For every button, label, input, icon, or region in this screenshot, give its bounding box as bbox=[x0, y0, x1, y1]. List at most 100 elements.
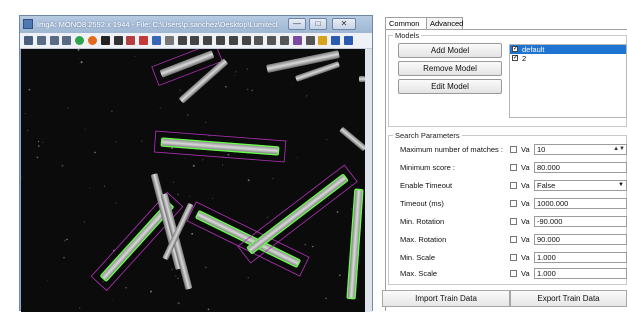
va-label: Va bbox=[521, 163, 530, 172]
dust-speck bbox=[179, 89, 181, 91]
dust-speck bbox=[102, 280, 104, 283]
star2-icon[interactable] bbox=[280, 36, 289, 45]
va-checkbox[interactable] bbox=[510, 146, 517, 153]
model-checkbox[interactable]: ✓ bbox=[512, 55, 518, 61]
palette-icon[interactable] bbox=[292, 36, 302, 45]
param-label: Max. Scale bbox=[400, 269, 438, 278]
param-row-min-scale: Min. Scale Va 1.000 bbox=[382, 252, 627, 264]
dust-speck bbox=[67, 107, 69, 109]
zoom-icon[interactable] bbox=[36, 36, 46, 45]
model-item-default[interactable]: ✓ default bbox=[510, 45, 626, 54]
dust-speck bbox=[83, 221, 85, 223]
dust-speck bbox=[296, 156, 298, 158]
add-model-button[interactable]: Add Model bbox=[398, 43, 502, 58]
minimize-button[interactable]: — bbox=[288, 18, 306, 30]
max-matches-spinbox[interactable]: 10 ▲▼ bbox=[534, 144, 627, 155]
orange-circle-icon[interactable] bbox=[88, 36, 97, 45]
rod-object bbox=[339, 127, 365, 151]
image-canvas[interactable] bbox=[21, 49, 365, 312]
rod-object bbox=[153, 130, 287, 163]
green-circle-icon[interactable] bbox=[75, 36, 85, 45]
zoom-out-icon[interactable] bbox=[62, 36, 72, 45]
image-blue-icon[interactable] bbox=[152, 36, 161, 45]
remove-model-button[interactable]: Remove Model bbox=[398, 61, 502, 76]
enable-timeout-dropdown[interactable]: False ▼ bbox=[534, 180, 627, 191]
dust-speck bbox=[173, 181, 174, 183]
export-train-data-button[interactable]: Export Train Data bbox=[510, 290, 627, 307]
tab-advanced[interactable]: Advanced bbox=[426, 17, 463, 29]
close-button[interactable]: ✕ bbox=[332, 18, 356, 30]
line-icon[interactable] bbox=[203, 36, 213, 45]
rod-body bbox=[346, 188, 364, 300]
arc-icon[interactable] bbox=[228, 36, 238, 45]
save-as-icon[interactable] bbox=[344, 36, 353, 45]
chevron-down-icon[interactable]: ▼ bbox=[618, 181, 624, 190]
grid-icon[interactable] bbox=[254, 36, 264, 45]
folder-icon[interactable] bbox=[318, 36, 328, 45]
plus-icon[interactable] bbox=[190, 36, 200, 45]
dust-speck bbox=[338, 274, 341, 277]
dust-speck bbox=[189, 196, 191, 197]
va-checkbox[interactable] bbox=[510, 270, 517, 277]
va-checkbox[interactable] bbox=[510, 254, 517, 261]
dust-speck bbox=[103, 185, 106, 188]
model-item-2[interactable]: ✓ 2 bbox=[510, 54, 626, 63]
image-gray-icon[interactable] bbox=[164, 36, 174, 45]
image-red-icon[interactable] bbox=[139, 36, 149, 45]
star-icon[interactable] bbox=[267, 36, 277, 45]
dust-speck bbox=[61, 164, 64, 167]
polyline-icon[interactable] bbox=[216, 36, 225, 45]
image-dark-icon[interactable] bbox=[177, 36, 187, 45]
circle-icon[interactable] bbox=[241, 36, 251, 45]
pointer-icon[interactable] bbox=[100, 36, 110, 45]
dust-speck bbox=[63, 239, 66, 242]
va-checkbox[interactable] bbox=[510, 164, 517, 171]
edit-model-button[interactable]: Edit Model bbox=[398, 79, 502, 94]
rect-icon[interactable] bbox=[113, 36, 123, 45]
gear-icon[interactable] bbox=[305, 36, 315, 45]
maximize-button[interactable]: □ bbox=[309, 18, 327, 30]
max-rotation-input[interactable]: 90.000 bbox=[534, 234, 627, 245]
zoom-in-icon[interactable] bbox=[49, 36, 59, 45]
model-list[interactable]: ✓ default ✓ 2 bbox=[509, 44, 627, 118]
rod-body bbox=[339, 127, 365, 151]
va-checkbox[interactable] bbox=[510, 182, 517, 189]
save-icon[interactable] bbox=[331, 36, 341, 45]
param-row-timeout: Timeout (ms) Va 1000.000 bbox=[382, 198, 627, 210]
dust-speck bbox=[202, 159, 204, 161]
dust-speck bbox=[328, 198, 330, 199]
image-window-titlebar[interactable]: ImgA: MONO8 2592 x 1944 - File: C:\Users… bbox=[20, 16, 372, 33]
dust-speck bbox=[222, 164, 223, 166]
dust-speck bbox=[159, 107, 161, 109]
min-scale-input[interactable]: 1.000 bbox=[534, 252, 627, 263]
region-icon[interactable] bbox=[126, 36, 136, 45]
fit-icon[interactable] bbox=[24, 36, 33, 45]
param-row-min-rotation: Min. Rotation Va -90.000 bbox=[382, 216, 627, 228]
vertical-scrollbar[interactable] bbox=[365, 49, 372, 312]
param-row-max-matches: Maximum number of matches : Va 10 ▲▼ bbox=[382, 144, 627, 156]
min-score-input[interactable]: 80.000 bbox=[534, 162, 627, 173]
model-checkbox[interactable]: ✓ bbox=[512, 46, 518, 52]
max-scale-input[interactable]: 1.000 bbox=[534, 268, 627, 279]
va-checkbox[interactable] bbox=[510, 218, 517, 225]
dust-speck bbox=[141, 140, 143, 142]
dust-speck bbox=[21, 176, 22, 178]
dust-speck bbox=[204, 266, 207, 269]
dust-speck bbox=[225, 85, 227, 88]
dust-speck bbox=[227, 153, 230, 156]
dust-speck bbox=[110, 110, 113, 113]
min-rotation-input[interactable]: -90.000 bbox=[534, 216, 627, 227]
dust-speck bbox=[115, 141, 117, 143]
model-name: default bbox=[522, 45, 545, 54]
va-checkbox[interactable] bbox=[510, 236, 517, 243]
timeout-input[interactable]: 1000.000 bbox=[534, 198, 627, 209]
spin-arrows-icon[interactable]: ▲▼ bbox=[613, 145, 625, 154]
dust-speck bbox=[36, 156, 39, 159]
va-checkbox[interactable] bbox=[510, 200, 517, 207]
rod-object bbox=[346, 188, 364, 300]
dust-speck bbox=[77, 49, 80, 51]
dust-speck bbox=[251, 89, 253, 92]
import-train-data-button[interactable]: Import Train Data bbox=[382, 290, 510, 307]
dust-speck bbox=[191, 232, 194, 235]
model-name: 2 bbox=[522, 54, 527, 63]
